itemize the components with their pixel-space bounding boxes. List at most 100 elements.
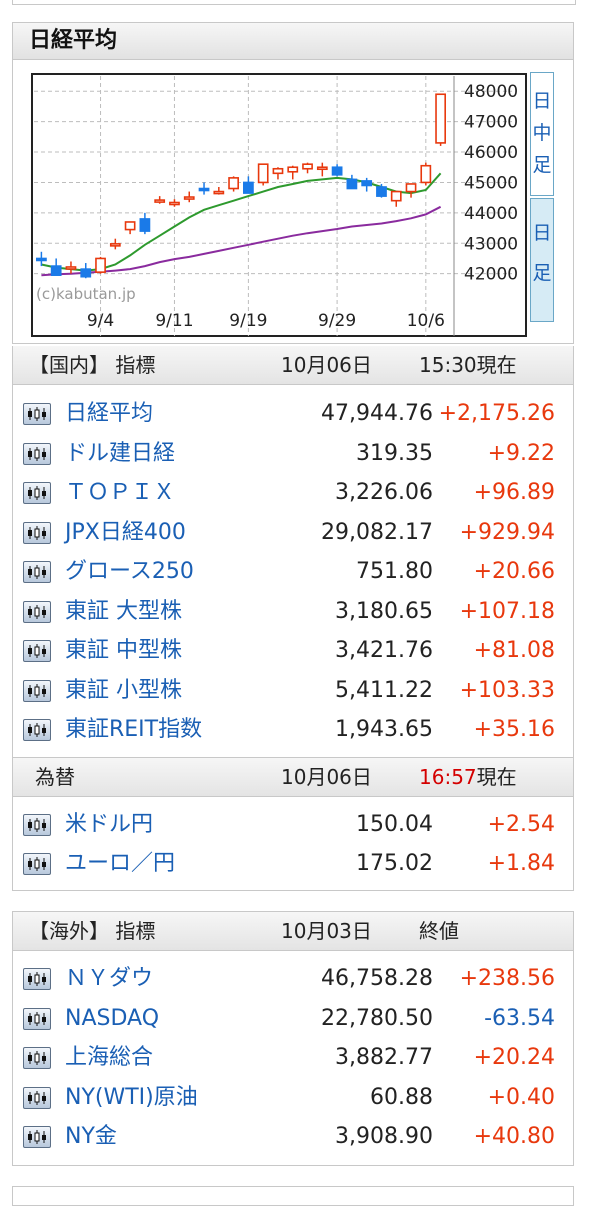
candlestick-chart-icon[interactable] (23, 1086, 51, 1109)
fx-row[interactable]: 米ドル円 150.04 +2.54 (13, 805, 573, 845)
index-name[interactable]: 東証 小型株 (65, 671, 182, 711)
y-tick-label: 42000 (464, 265, 518, 285)
fx-header-time: 16:57現在 (419, 758, 517, 796)
candle-body (36, 257, 47, 262)
x-tick-label: 10/6 (407, 311, 445, 331)
index-row[interactable]: 東証REIT指数 1,943.65 +35.16 (13, 710, 573, 750)
index-price: 3,421.76 (335, 638, 433, 663)
fx-name[interactable]: ユーロ／円 (65, 844, 175, 884)
fx-header: 為替 10月06日 16:57現在 (13, 756, 573, 797)
candle-body (390, 190, 402, 202)
overseas-row[interactable]: ＮＹダウ 46,758.28 +238.56 (13, 959, 573, 999)
candle (435, 93, 446, 146)
overseas-price: 60.88 (370, 1084, 433, 1110)
index-change: +9.22 (487, 440, 555, 466)
chart-watermark: (c)kabutan.jp (36, 285, 136, 303)
index-row[interactable]: ドル建日経 319.35 +9.22 (13, 434, 573, 474)
index-name[interactable]: 東証 大型株 (65, 592, 182, 632)
overseas-row[interactable]: NASDAQ 22,780.50 -63.54 (13, 999, 573, 1039)
candlestick-chart-icon[interactable] (23, 813, 51, 836)
tab-intraday[interactable]: 日 中 足 (530, 72, 554, 196)
candle-body (95, 257, 106, 273)
index-row[interactable]: 東証 中型株 3,421.76 +81.08 (13, 631, 573, 671)
candle-body (361, 180, 373, 187)
overseas-header-label: 【海外】 指標 (29, 919, 156, 943)
index-row[interactable]: 東証 大型株 3,180.65 +107.18 (13, 592, 573, 632)
overseas-name[interactable]: 上海総合 (65, 1038, 153, 1078)
candlestick-chart-icon[interactable] (23, 482, 51, 504)
index-price: 47,944.76 (321, 401, 433, 426)
fx-row[interactable]: ユーロ／円 175.02 +1.84 (13, 844, 573, 884)
overseas-price: 3,882.77 (335, 1045, 433, 1070)
candle-body (331, 166, 343, 176)
candle-body (420, 164, 432, 184)
overseas-row[interactable]: NY(WTI)原油 60.88 +0.40 (13, 1078, 573, 1118)
x-tick-label: 9/11 (155, 311, 193, 331)
fx-change: +1.84 (487, 851, 555, 876)
candlestick-chart-icon[interactable] (23, 679, 51, 702)
overseas-name[interactable]: ＮＹダウ (65, 959, 153, 999)
index-change: +96.89 (473, 480, 555, 505)
fx-price: 175.02 (356, 851, 433, 876)
domestic-indices-panel: 【国内】 指標 10月06日 15:30現在 日経平均 47,944.76 +2… (12, 346, 574, 891)
candlestick-chart-icon[interactable] (23, 521, 51, 544)
overseas-change: +40.80 (473, 1124, 555, 1149)
overseas-row[interactable]: NY金 3,908.90 +40.80 (13, 1117, 573, 1157)
candle-body (80, 268, 92, 278)
overseas-indices-panel: 【海外】 指標 10月03日 終値 ＮＹダウ 46,758.28 +238.56… (12, 911, 574, 1166)
overseas-row[interactable]: 上海総合 3,882.77 +20.24 (13, 1038, 573, 1078)
index-row[interactable]: グロース250 751.80 +20.66 (13, 552, 573, 592)
panel-title: 日経平均 (13, 23, 573, 60)
fx-list: 米ドル円 150.04 +2.54 ユーロ／円 175.02 +1.84 (13, 797, 573, 884)
candle-body (183, 196, 195, 200)
index-price: 3,226.06 (335, 480, 433, 505)
candlestick-chart-icon[interactable] (23, 442, 51, 465)
candle-body (346, 178, 358, 190)
index-change: +81.08 (473, 638, 555, 663)
candlestick-chart-icon[interactable] (23, 1126, 51, 1148)
domestic-header-time: 15:30現在 (419, 353, 517, 377)
x-tick-label: 9/29 (318, 311, 356, 331)
index-row[interactable]: ＴＯＰＩＸ 3,226.06 +96.89 (13, 473, 573, 513)
overseas-name[interactable]: NY金 (65, 1117, 117, 1157)
candlestick-chart-icon[interactable] (23, 561, 51, 583)
candlestick-chart-icon[interactable] (23, 403, 51, 425)
overseas-price: 3,908.90 (335, 1124, 433, 1149)
candle-body (435, 93, 446, 144)
candle-body (243, 181, 254, 194)
index-price: 29,082.17 (321, 519, 433, 545)
candlestick-chart-icon[interactable] (23, 1047, 51, 1069)
domestic-header-label: 【国内】 指標 (29, 353, 156, 377)
overseas-header-date: 10月03日 (281, 919, 372, 943)
candlestick-chart-icon[interactable] (23, 640, 51, 662)
index-name[interactable]: 東証 中型株 (65, 631, 182, 671)
index-name[interactable]: ドル建日経 (65, 434, 175, 474)
candlestick-chart-icon[interactable] (23, 600, 51, 623)
index-name[interactable]: グロース250 (65, 552, 194, 592)
candlestick-chart-icon[interactable] (23, 968, 51, 990)
y-tick-label: 45000 (464, 173, 518, 193)
index-name[interactable]: ＴＯＰＩＸ (65, 473, 175, 513)
overseas-name[interactable]: NY(WTI)原油 (65, 1078, 198, 1118)
y-tick-label: 48000 (464, 82, 518, 102)
index-row[interactable]: JPX日経400 29,082.17 +929.94 (13, 513, 573, 553)
candlestick-chart-icon[interactable] (23, 1007, 51, 1030)
index-change: +103.33 (459, 677, 555, 703)
index-row[interactable]: 東証 小型株 5,411.22 +103.33 (13, 671, 573, 711)
overseas-price: 22,780.50 (321, 1005, 433, 1031)
fx-name[interactable]: 米ドル円 (65, 805, 153, 845)
index-price: 319.35 (356, 440, 433, 466)
overseas-name[interactable]: NASDAQ (65, 999, 159, 1039)
candlestick-chart-icon[interactable] (23, 853, 51, 875)
candle-body (287, 166, 299, 173)
candlestick-chart-icon[interactable] (23, 719, 51, 741)
index-price: 3,180.65 (335, 598, 433, 624)
index-row[interactable]: 日経平均 47,944.76 +2,175.26 (13, 394, 573, 434)
y-tick-label: 47000 (464, 113, 518, 133)
fx-change: +2.54 (487, 811, 555, 837)
tab-daily[interactable]: 日 足 (530, 198, 554, 322)
index-name[interactable]: 東証REIT指数 (65, 710, 202, 750)
next-panel-edge (12, 1186, 574, 1206)
index-name[interactable]: JPX日経400 (65, 513, 186, 553)
index-name[interactable]: 日経平均 (65, 394, 153, 434)
